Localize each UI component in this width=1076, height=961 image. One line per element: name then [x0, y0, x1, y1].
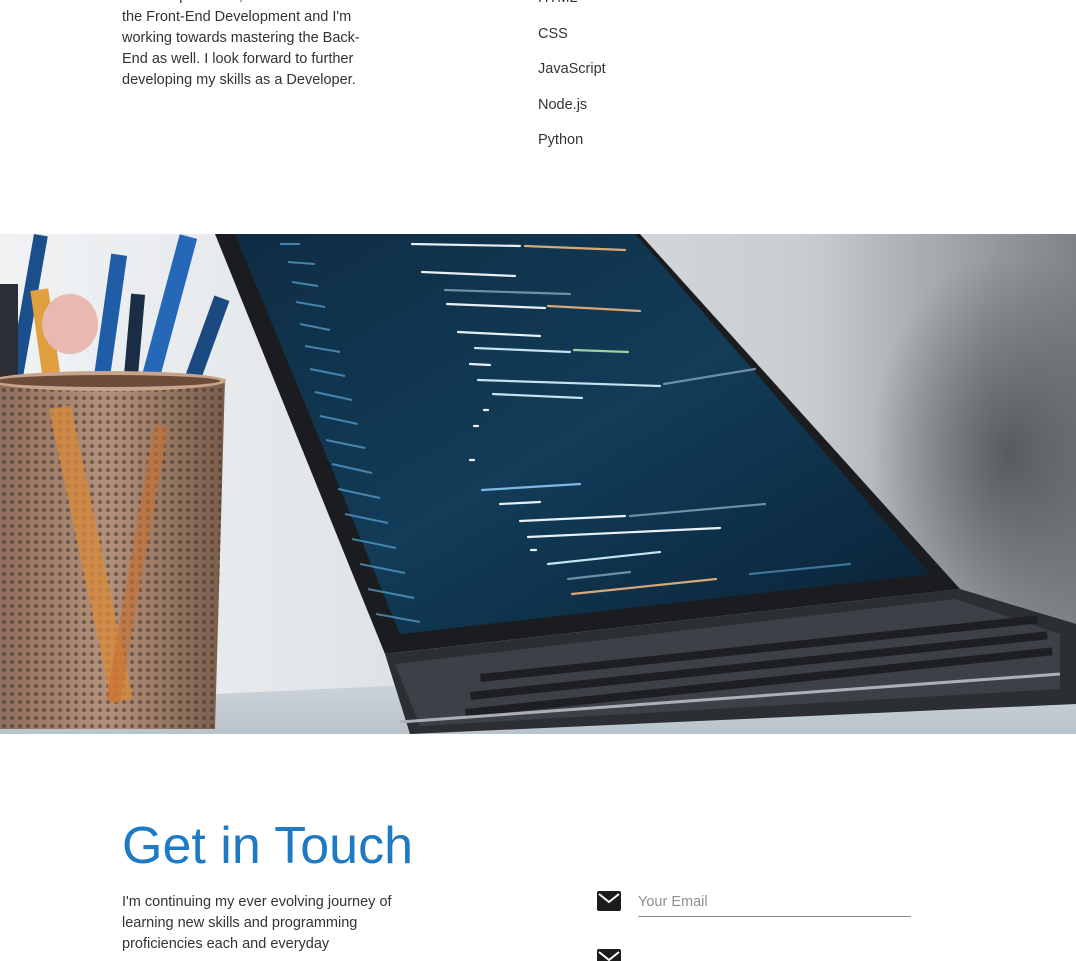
envelope-icon-svg — [597, 949, 621, 961]
envelope-icon — [596, 890, 622, 912]
laptop-code-photo — [0, 234, 1076, 734]
laptop-code-illustration — [0, 234, 1076, 734]
email-field-group — [596, 888, 911, 928]
contact-description: I'm continuing my ever evolving journey … — [122, 894, 392, 952]
skills-list: HTML CSS JavaScript Node.js Python — [538, 0, 606, 166]
skill-item: JavaScript — [538, 61, 606, 77]
envelope-icon-svg — [597, 891, 621, 911]
envelope-icon — [596, 948, 622, 961]
skill-item: CSS — [538, 25, 568, 42]
contact-title: Get in Touch — [122, 817, 414, 875]
skill-item: HTML — [538, 0, 606, 24]
portfolio-page: Bootcamp thus far, I have mastered the F… — [0, 0, 1076, 961]
second-field-group — [596, 946, 911, 961]
skill-item: Python — [538, 132, 584, 148]
email-input[interactable] — [638, 888, 911, 917]
skill-item: Node.js — [538, 96, 588, 113]
about-paragraph: Bootcamp thus far, I have mastered the F… — [122, 0, 360, 88]
